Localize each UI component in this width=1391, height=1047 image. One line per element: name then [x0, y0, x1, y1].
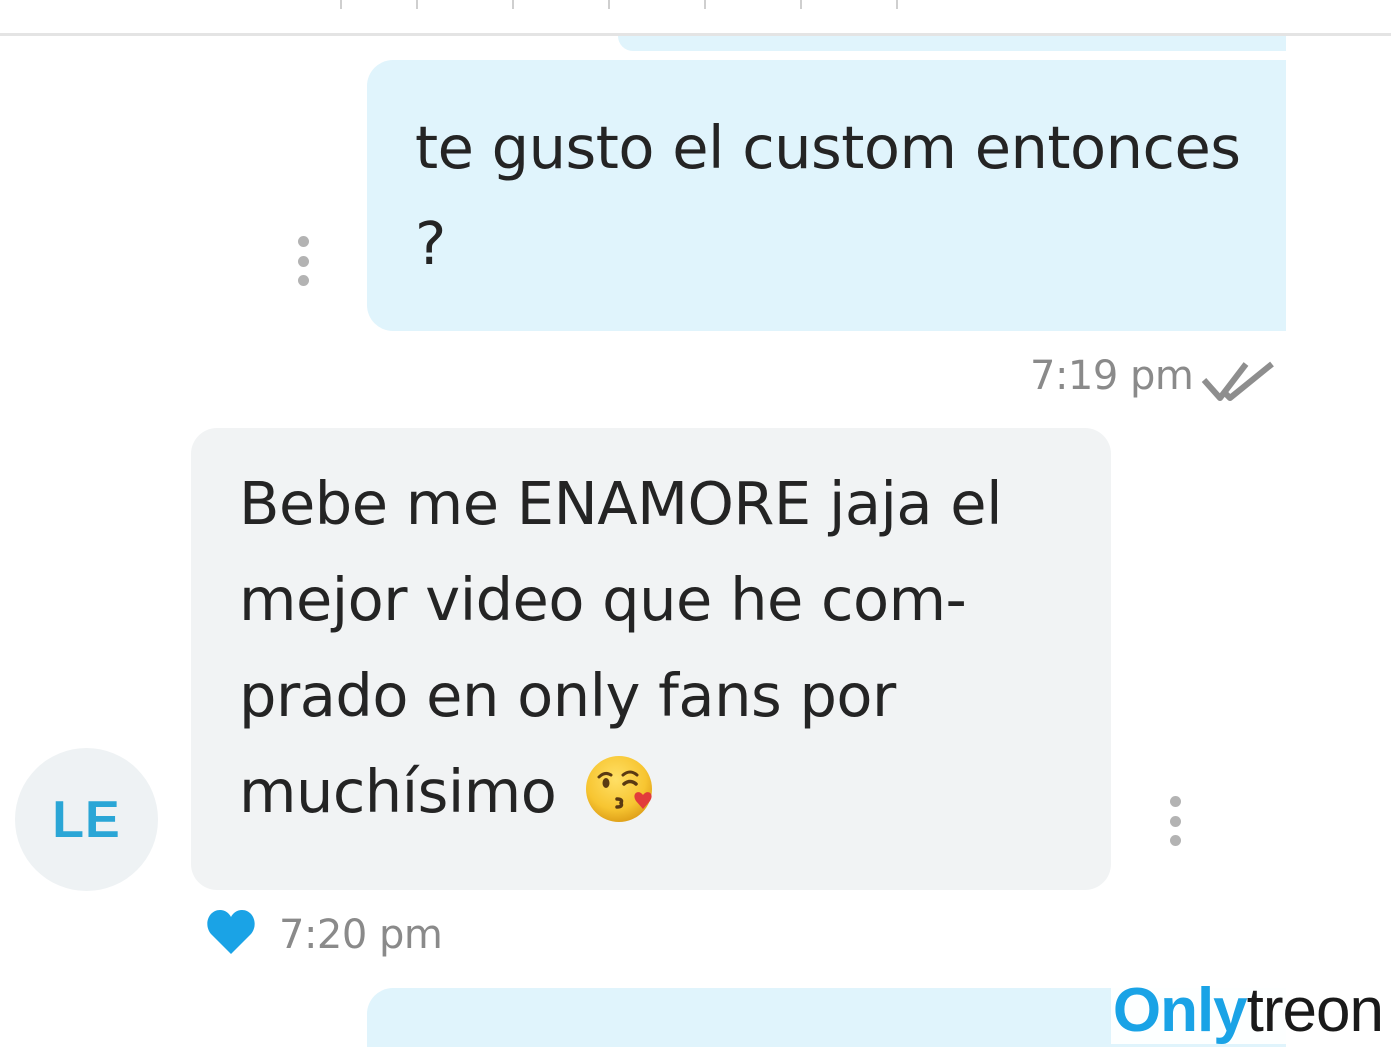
previous-message-bubble[interactable]	[618, 36, 1286, 51]
top-tab-strip	[330, 0, 930, 10]
incoming-message-time: 7:20 pm	[279, 912, 443, 958]
kissing-face-with-heart-emoji	[585, 755, 652, 822]
more-vertical-icon	[1169, 796, 1181, 807]
more-vertical-icon	[297, 236, 309, 247]
message-options-button[interactable]	[293, 236, 313, 286]
avatar[interactable]: LE	[15, 748, 158, 891]
watermark-logo: Onlytreon	[1110, 976, 1385, 1045]
chat-screen: te gusto el custom entonces ? 7:19 pm LE…	[0, 0, 1391, 1047]
outgoing-message-time: 7:19 pm	[1030, 353, 1194, 399]
double-check-icon	[1201, 361, 1274, 401]
outgoing-message-bubble[interactable]: te gusto el custom entonces ?	[367, 60, 1286, 331]
avatar-initials: LE	[52, 790, 121, 849]
message-options-button[interactable]	[1165, 796, 1185, 846]
incoming-message-bubble[interactable]: Bebe me ENAMORE jaja el mejor video que …	[191, 428, 1111, 890]
outgoing-message-text: te gusto el custom entonces ?	[415, 113, 1241, 278]
watermark-part-b: treon	[1246, 976, 1384, 1045]
heart-icon[interactable]	[205, 908, 257, 956]
watermark-part-a: Only	[1112, 976, 1248, 1045]
